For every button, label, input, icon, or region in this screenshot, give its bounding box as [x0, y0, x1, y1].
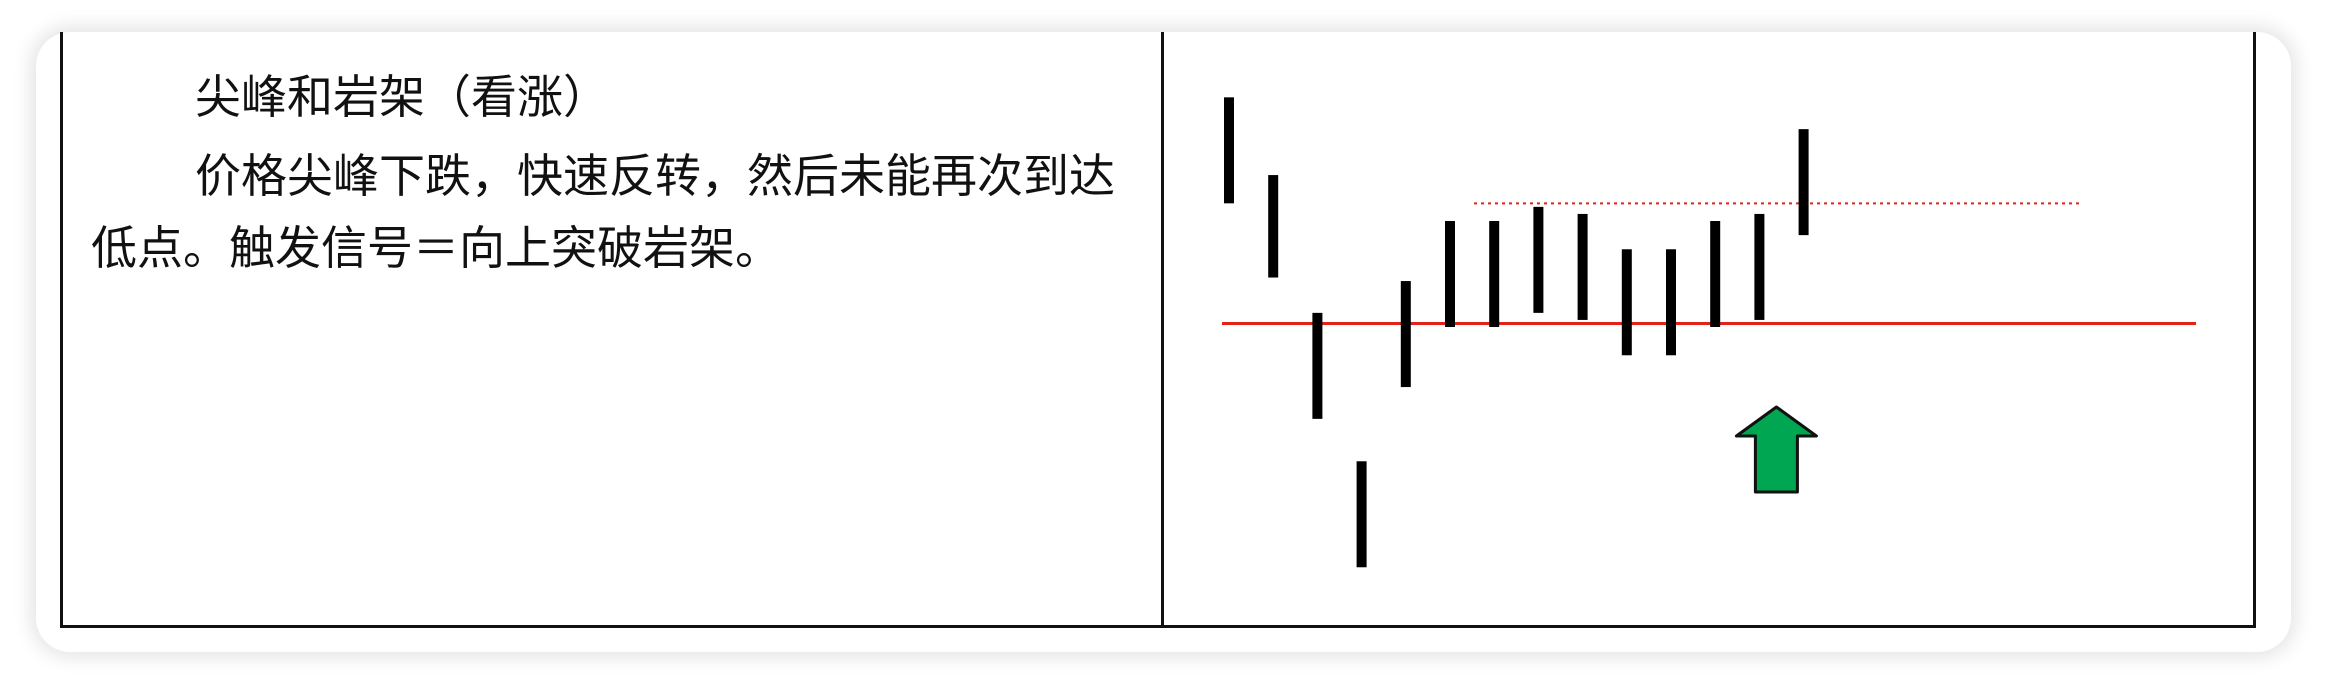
price-bar — [1798, 129, 1809, 236]
price-bar — [1400, 281, 1411, 388]
price-bar — [1666, 249, 1676, 356]
pattern-title: 尖峰和岩架（看涨） — [195, 70, 609, 124]
chart-cell — [1164, 32, 2256, 625]
price-bar — [1489, 221, 1500, 327]
spike-ledge-chart — [1222, 97, 2196, 568]
price-bar — [1356, 461, 1367, 568]
price-bar — [1577, 213, 1588, 320]
pattern-table: 尖峰和岩架（看涨） 价格尖峰下跌，快速反转，然后未能再次到达低点。触发信号＝向上… — [60, 32, 2256, 628]
price-bar — [1445, 221, 1455, 327]
price-bar — [1621, 249, 1632, 356]
price-bar — [1533, 206, 1544, 313]
price-bar — [1224, 97, 1234, 204]
price-bar — [1710, 221, 1721, 327]
price-bar — [1312, 312, 1323, 419]
description-cell: 尖峰和岩架（看涨） 价格尖峰下跌，快速反转，然后未能再次到达低点。触发信号＝向上… — [91, 68, 1151, 284]
price-bar — [1754, 213, 1765, 320]
price-bar — [1268, 175, 1279, 278]
up-arrow-icon — [1734, 405, 1818, 494]
pattern-description: 价格尖峰下跌，快速反转，然后未能再次到达低点。触发信号＝向上突破岩架。 — [91, 149, 1115, 275]
